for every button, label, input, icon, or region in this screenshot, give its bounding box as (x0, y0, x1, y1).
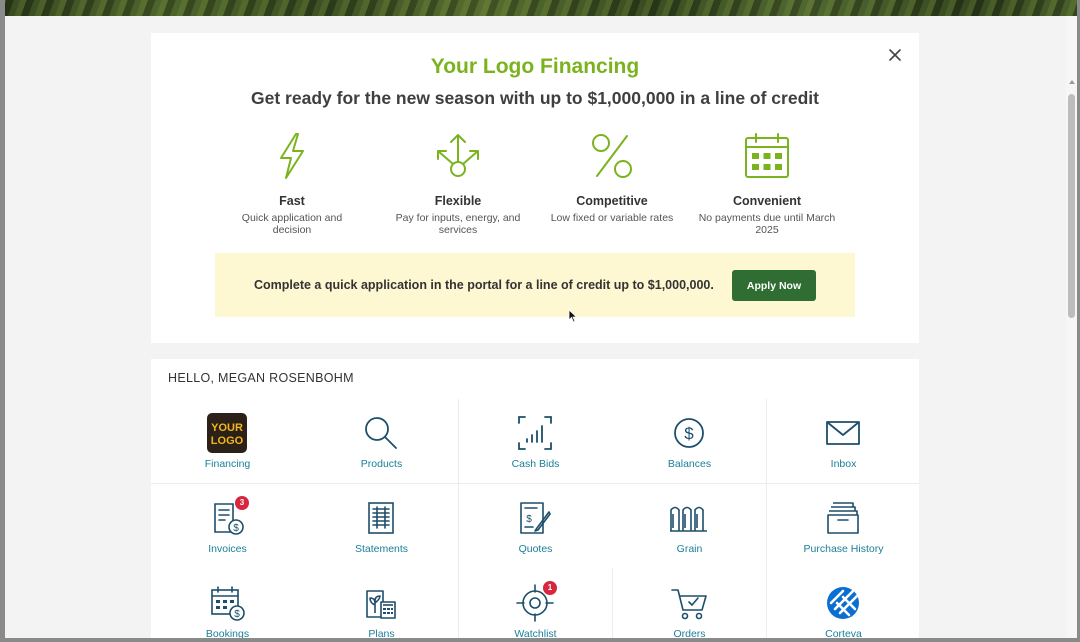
window-frame-bottom (0, 638, 1080, 642)
feature-desc: Quick application and decision (241, 212, 343, 236)
feature-name: Fast (279, 194, 305, 208)
plans-icon (366, 590, 396, 619)
tile-plans[interactable]: 1 Plans (305, 569, 557, 638)
tile-label: Financing (204, 458, 251, 470)
tile-corteva[interactable]: Corteva (767, 569, 919, 638)
dollar-circle-icon: $ (674, 418, 704, 448)
tile-bookings[interactable]: $ Bookings (151, 569, 304, 638)
tile-label: Corteva (825, 628, 862, 638)
quote-icon: $ (520, 502, 551, 534)
tile-invoices[interactable]: $ 3 Invoices (151, 484, 304, 569)
tile-label: Inbox (830, 458, 857, 470)
tile-label: Cash Bids (511, 458, 560, 470)
tile-label: Balances (667, 458, 712, 470)
tile-label: Quotes (518, 543, 553, 555)
feature-flexible: Flexible Pay for inputs, energy, and ser… (383, 131, 533, 236)
greeting: HELLO, MEGAN ROSENBOHM (168, 371, 354, 385)
apply-banner-text: Complete a quick application in the port… (254, 278, 714, 292)
tile-label: Statements (354, 543, 409, 555)
tile-label: Plans (368, 628, 395, 638)
tile-label: Products (360, 458, 403, 470)
apply-now-button[interactable]: Apply Now (732, 270, 816, 301)
tile-label: Purchase History (803, 543, 884, 555)
lightning-icon (280, 133, 304, 179)
svg-text:$: $ (526, 514, 532, 525)
dashboard-tiles-panel: HELLO, MEGAN ROSENBOHM YOUR LOGO Financi… (151, 359, 919, 638)
scrollbar-up-arrow[interactable] (1069, 80, 1075, 84)
tile-grain[interactable]: Grain (613, 484, 766, 569)
feature-desc: Low fixed or variable rates (550, 212, 674, 224)
tile-inbox[interactable]: Inbox (767, 399, 919, 484)
corteva-logo-icon (827, 587, 859, 619)
tile-label: Invoices (208, 543, 247, 555)
archive-box-icon (827, 502, 859, 534)
scrollbar-thumb[interactable] (1068, 94, 1075, 318)
apply-banner: Complete a quick application in the port… (215, 253, 855, 317)
feature-name: Competitive (576, 194, 648, 208)
mouse-cursor-icon (568, 309, 578, 323)
svg-text:$: $ (233, 523, 239, 534)
feature-name: Flexible (434, 194, 482, 208)
feature-desc: Pay for inputs, energy, and services (395, 212, 521, 236)
tile-orders[interactable]: Orders (613, 569, 766, 638)
feature-name: Convenient (732, 194, 802, 208)
cart-icon (671, 589, 707, 620)
logo-text-line1: YOUR (211, 422, 243, 434)
feature-fast: Fast Quick application and decision (217, 131, 367, 236)
tile-balances[interactable]: $ Balances (613, 399, 766, 484)
branch-arrows-icon (437, 134, 479, 177)
grain-bins-icon (670, 506, 707, 532)
financing-promo-card: Your Logo Financing Get ready for the ne… (151, 33, 919, 343)
feature-desc: No payments due until March 2025 (698, 212, 836, 236)
statement-icon (368, 502, 394, 534)
tile-products[interactable]: Products (305, 399, 458, 484)
logo-text-line2: LOGO (211, 435, 244, 447)
notification-badge: 3 (235, 496, 249, 510)
svg-text:$: $ (234, 609, 240, 620)
feature-competitive: Competitive Low fixed or variable rates (537, 131, 687, 224)
tile-cash-bids[interactable]: Cash Bids (459, 399, 612, 484)
hero-image-strip (0, 0, 1080, 16)
tile-label: Watchlist (514, 628, 557, 638)
magnifier-icon (365, 417, 397, 449)
bar-scan-icon (518, 416, 552, 450)
svg-text:$: $ (684, 424, 694, 443)
tile-quotes[interactable]: $ Quotes (459, 484, 612, 569)
promo-title: Your Logo Financing (430, 55, 640, 78)
tile-label: Bookings (205, 628, 250, 638)
tile-purchase-history[interactable]: Purchase History (767, 484, 919, 569)
calendar-icon (745, 133, 789, 178)
tile-financing[interactable]: YOUR LOGO Financing (151, 399, 304, 484)
window-frame-left (0, 0, 5, 642)
tile-label: Orders (673, 628, 706, 638)
tile-label: Grain (676, 543, 703, 555)
percent-icon (592, 134, 632, 178)
booking-calendar-icon: $ (211, 586, 245, 621)
tile-watchlist[interactable]: Watchlist (459, 569, 612, 638)
target-icon (516, 584, 554, 622)
feature-convenient: Convenient No payments due until March 2… (692, 131, 842, 236)
promo-subtitle: Get ready for the new season with up to … (251, 88, 819, 108)
tile-statements[interactable]: Statements (305, 484, 458, 569)
envelope-icon (826, 421, 860, 445)
your-logo-icon: YOUR LOGO (207, 413, 247, 453)
